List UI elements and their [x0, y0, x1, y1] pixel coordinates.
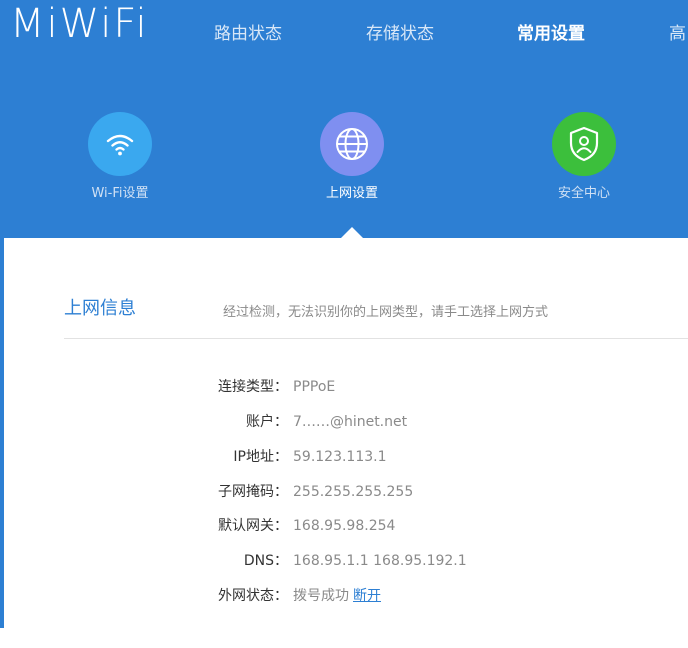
section-divider	[64, 338, 688, 339]
info-row-connection-type: 连接类型： PPPoE	[0, 377, 688, 397]
internet-settings-label[interactable]: 上网设置	[282, 185, 422, 203]
info-value: 7‥‥‥@hinet.net	[293, 414, 408, 430]
section-title: 上网信息	[64, 298, 136, 319]
info-label: 连接类型：	[218, 379, 288, 395]
internet-settings-button[interactable]	[320, 112, 384, 176]
info-row-wan-status: 外网状态： 拨号成功 断开	[0, 586, 688, 606]
wifi-icon	[106, 134, 134, 156]
info-row-dns: DNS： 168.95.1.1 168.95.192.1	[0, 551, 688, 571]
globe-icon	[336, 128, 368, 160]
info-label: 账户：	[246, 414, 288, 430]
nav-tab-router-status[interactable]: 路由状态	[214, 22, 282, 46]
wifi-settings-label[interactable]: Wi-Fi设置	[50, 185, 190, 203]
info-row-default-gateway: 默认网关： 168.95.98.254	[0, 516, 688, 536]
security-center-label[interactable]: 安全中心	[514, 185, 654, 203]
info-value: 255.255.255.255	[293, 484, 414, 500]
shield-user-icon	[569, 126, 599, 162]
active-tab-pointer	[341, 227, 363, 238]
info-value: PPPoE	[293, 379, 336, 395]
info-value: 168.95.1.1 168.95.192.1	[293, 553, 467, 569]
info-row-subnet-mask: 子网掩码： 255.255.255.255	[0, 482, 688, 502]
info-label: 外网状态：	[218, 588, 288, 604]
security-center-button[interactable]	[552, 112, 616, 176]
wan-status-text: 拨号成功	[293, 588, 349, 604]
info-value-wan-status: 拨号成功 断开	[293, 586, 381, 606]
info-label: IP地址：	[233, 449, 288, 465]
info-label: 默认网关：	[218, 518, 288, 534]
info-value: 168.95.98.254	[293, 518, 396, 534]
nav-tab-storage-status[interactable]: 存储状态	[366, 22, 434, 46]
info-label: 子网掩码：	[218, 484, 288, 500]
section-description: 经过检测，无法识别你的上网类型，请手工选择上网方式	[223, 305, 549, 320]
info-row-account: 账户： 7‥‥‥@hinet.net	[0, 412, 688, 432]
disconnect-link[interactable]: 断开	[353, 588, 381, 604]
info-row-ip-address: IP地址： 59.123.113.1	[0, 447, 688, 467]
wifi-settings-button[interactable]	[88, 112, 152, 176]
nav-tab-common-settings[interactable]: 常用设置	[517, 22, 585, 46]
info-label: DNS：	[243, 553, 288, 569]
nav-tab-advanced[interactable]: 高	[669, 22, 686, 46]
info-value: 59.123.113.1	[293, 449, 387, 465]
miwifi-logo: MiWiFi	[10, 1, 149, 47]
